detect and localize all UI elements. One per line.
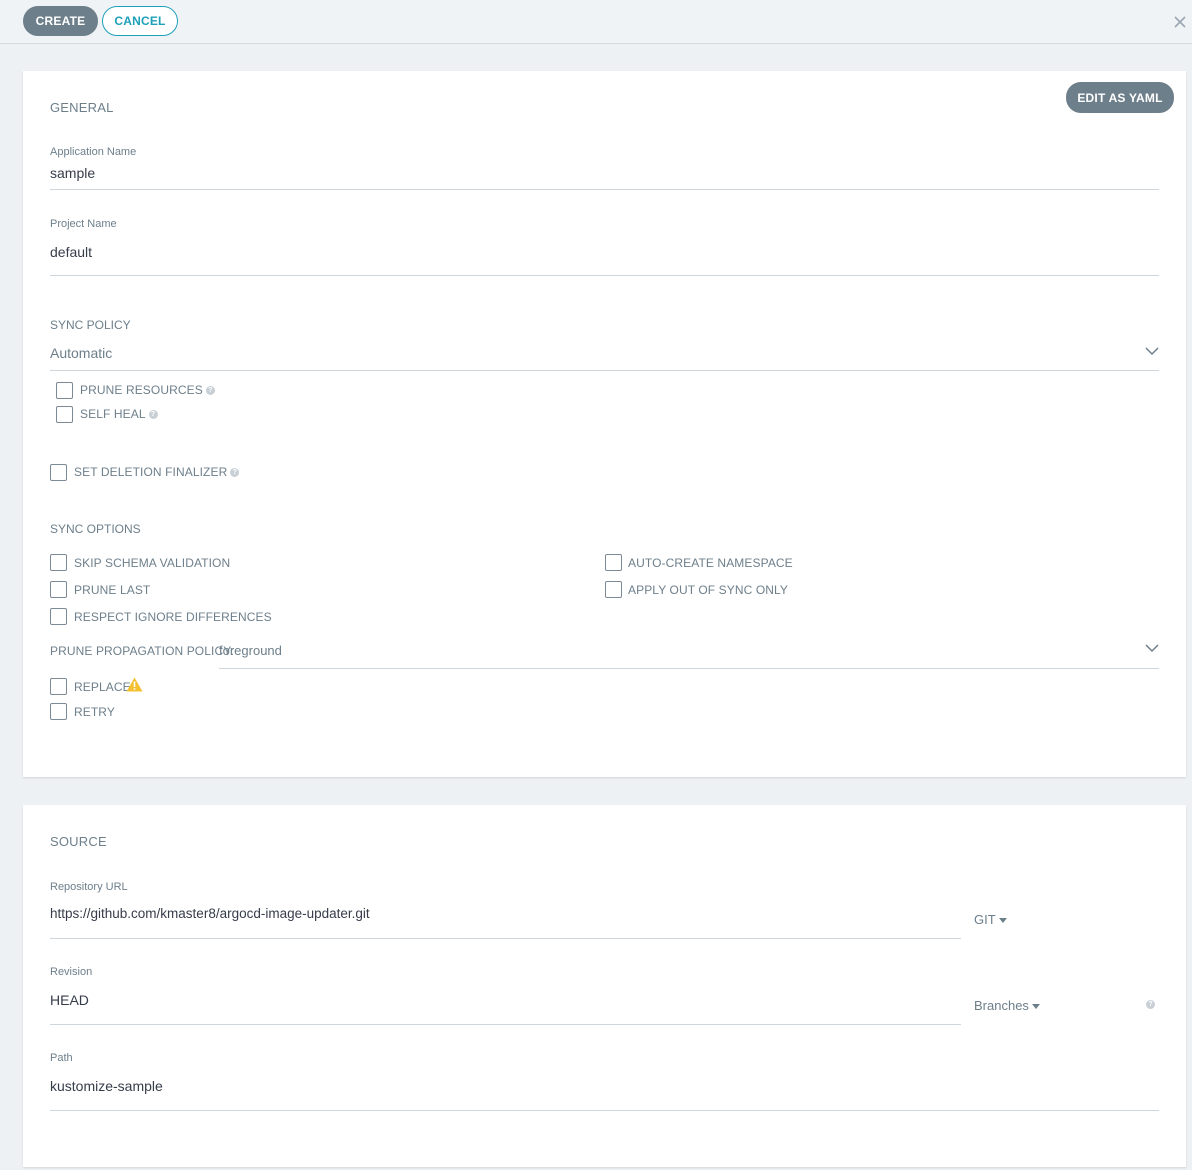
apply-out-of-sync-label: APPLY OUT OF SYNC ONLY bbox=[628, 583, 789, 597]
auto-create-ns-label: AUTO-CREATE NAMESPACE bbox=[628, 556, 793, 570]
sync-policy-underline bbox=[50, 370, 1159, 371]
project-name-input[interactable]: default bbox=[50, 244, 92, 260]
revision-input[interactable]: HEAD bbox=[50, 992, 89, 1008]
app-name-underline bbox=[50, 189, 1159, 190]
warning-icon bbox=[126, 677, 143, 692]
respect-ignore-checkbox[interactable] bbox=[50, 608, 67, 625]
app-name-label: Application Name bbox=[50, 146, 137, 158]
prune-last-checkbox[interactable] bbox=[50, 581, 67, 598]
deletion-finalizer-checkbox[interactable] bbox=[50, 464, 67, 481]
retry-label: RETRY bbox=[74, 705, 115, 719]
sync-policy-select[interactable]: Automatic bbox=[50, 345, 112, 361]
app-name-input[interactable]: sample bbox=[50, 165, 95, 181]
path-underline bbox=[50, 1110, 1159, 1111]
deletion-finalizer-label: SET DELETION FINALIZER? bbox=[74, 465, 240, 479]
project-name-underline bbox=[50, 275, 1159, 276]
replace-checkbox[interactable] bbox=[50, 678, 67, 695]
self-heal-label: SELF HEAL? bbox=[80, 407, 158, 421]
prune-resources-label: PRUNE RESOURCES? bbox=[80, 383, 215, 397]
help-icon[interactable]: ? bbox=[148, 410, 158, 420]
prune-last-label: PRUNE LAST bbox=[74, 583, 151, 597]
repo-url-label: Repository URL bbox=[50, 881, 128, 893]
skip-schema-checkbox[interactable] bbox=[50, 554, 67, 571]
close-icon[interactable] bbox=[1172, 14, 1188, 30]
create-button[interactable]: CREATE bbox=[23, 6, 98, 36]
auto-create-ns-checkbox[interactable] bbox=[605, 554, 622, 571]
cancel-button[interactable]: CANCEL bbox=[102, 6, 178, 36]
help-icon[interactable]: ? bbox=[205, 386, 215, 396]
general-title: GENERAL bbox=[50, 100, 114, 115]
prune-propagation-underline bbox=[219, 668, 1159, 669]
skip-schema-label: SKIP SCHEMA VALIDATION bbox=[74, 556, 231, 570]
source-title: SOURCE bbox=[50, 834, 107, 849]
chevron-down-icon[interactable] bbox=[1145, 347, 1159, 356]
caret-down-icon bbox=[998, 918, 1007, 924]
general-panel: GENERAL EDIT AS YAML Application Name sa… bbox=[23, 71, 1186, 777]
revision-underline bbox=[50, 1024, 961, 1025]
edit-as-yaml-button[interactable]: EDIT AS YAML bbox=[1066, 82, 1174, 113]
sync-options-title: SYNC OPTIONS bbox=[50, 522, 141, 536]
path-label: Path bbox=[50, 1052, 73, 1064]
project-name-label: Project Name bbox=[50, 218, 117, 230]
source-panel: SOURCE Repository URL https://github.com… bbox=[23, 805, 1186, 1167]
apply-out-of-sync-checkbox[interactable] bbox=[605, 581, 622, 598]
replace-label: REPLACE bbox=[74, 680, 131, 694]
respect-ignore-label: RESPECT IGNORE DIFFERENCES bbox=[74, 610, 272, 624]
retry-checkbox[interactable] bbox=[50, 703, 67, 720]
prune-resources-checkbox[interactable] bbox=[56, 382, 73, 399]
caret-down-icon bbox=[1031, 1004, 1040, 1010]
sync-policy-label: SYNC POLICY bbox=[50, 318, 131, 332]
self-heal-checkbox[interactable] bbox=[56, 406, 73, 423]
path-input[interactable]: kustomize-sample bbox=[50, 1078, 163, 1094]
repo-url-input[interactable]: https://github.com/kmaster8/argocd-image… bbox=[50, 906, 370, 921]
repo-url-underline bbox=[50, 938, 961, 939]
help-icon[interactable]: ? bbox=[230, 468, 240, 478]
prune-propagation-label: PRUNE PROPAGATION POLICY: bbox=[50, 644, 235, 658]
top-toolbar: CREATE CANCEL bbox=[0, 0, 1192, 44]
repo-type-select[interactable]: GIT bbox=[974, 912, 1007, 927]
help-icon[interactable]: ? bbox=[1146, 1000, 1155, 1009]
revision-type-select[interactable]: Branches bbox=[974, 998, 1040, 1013]
revision-label: Revision bbox=[50, 966, 93, 978]
prune-propagation-select[interactable]: foreground bbox=[219, 643, 282, 658]
chevron-down-icon[interactable] bbox=[1145, 644, 1159, 653]
